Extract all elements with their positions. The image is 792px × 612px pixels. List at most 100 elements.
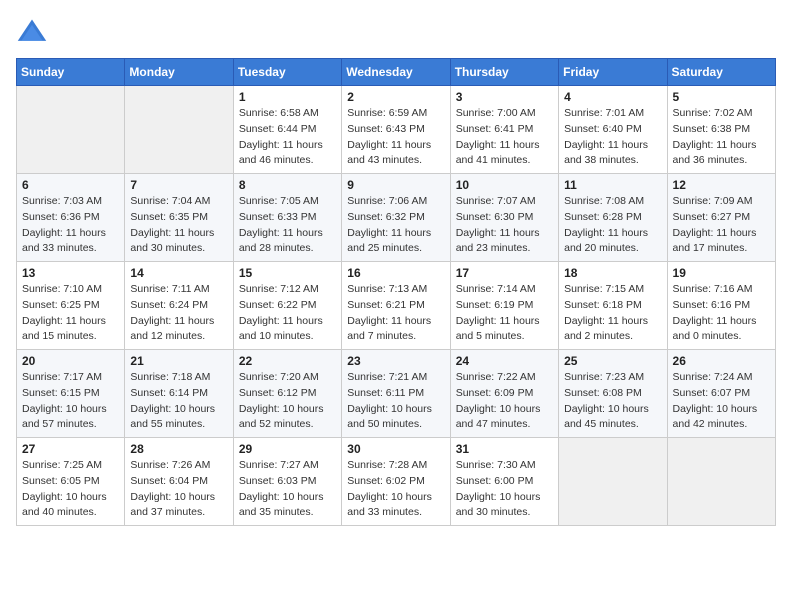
calendar-day-cell [667,438,775,526]
day-number: 3 [456,90,553,104]
calendar-day-cell: 13 Sunrise: 7:10 AM Sunset: 6:25 PM Dayl… [17,262,125,350]
daylight-info: Daylight: 10 hours and 30 minutes. [456,491,541,519]
sunset-info: Sunset: 6:25 PM [22,299,100,311]
calendar-day-cell: 3 Sunrise: 7:00 AM Sunset: 6:41 PM Dayli… [450,86,558,174]
day-number: 14 [130,266,227,280]
sunrise-info: Sunrise: 7:20 AM [239,371,319,383]
calendar-day-cell: 26 Sunrise: 7:24 AM Sunset: 6:07 PM Dayl… [667,350,775,438]
daylight-info: Daylight: 10 hours and 52 minutes. [239,403,324,431]
daylight-info: Daylight: 11 hours and 36 minutes. [673,139,757,167]
sunrise-info: Sunrise: 7:26 AM [130,459,210,471]
sunset-info: Sunset: 6:05 PM [22,475,100,487]
sunrise-info: Sunrise: 7:08 AM [564,195,644,207]
daylight-info: Daylight: 10 hours and 47 minutes. [456,403,541,431]
sunset-info: Sunset: 6:11 PM [347,387,424,399]
sunset-info: Sunset: 6:18 PM [564,299,642,311]
day-number: 17 [456,266,553,280]
calendar-day-cell: 24 Sunrise: 7:22 AM Sunset: 6:09 PM Dayl… [450,350,558,438]
day-number: 16 [347,266,444,280]
calendar-day-cell [17,86,125,174]
calendar-week-row: 1 Sunrise: 6:58 AM Sunset: 6:44 PM Dayli… [17,86,776,174]
calendar-day-cell: 27 Sunrise: 7:25 AM Sunset: 6:05 PM Dayl… [17,438,125,526]
sunset-info: Sunset: 6:30 PM [456,211,534,223]
sunset-info: Sunset: 6:14 PM [130,387,208,399]
weekday-header-tuesday: Tuesday [233,59,341,86]
calendar-day-cell: 7 Sunrise: 7:04 AM Sunset: 6:35 PM Dayli… [125,174,233,262]
calendar-day-cell: 30 Sunrise: 7:28 AM Sunset: 6:02 PM Dayl… [342,438,450,526]
daylight-info: Daylight: 10 hours and 40 minutes. [22,491,107,519]
sunrise-info: Sunrise: 7:05 AM [239,195,319,207]
sunrise-info: Sunrise: 7:16 AM [673,283,753,295]
daylight-info: Daylight: 11 hours and 2 minutes. [564,315,648,343]
day-number: 23 [347,354,444,368]
daylight-info: Daylight: 11 hours and 12 minutes. [130,315,214,343]
daylight-info: Daylight: 10 hours and 55 minutes. [130,403,215,431]
day-number: 24 [456,354,553,368]
day-number: 7 [130,178,227,192]
page-header [16,16,776,48]
weekday-header-row: SundayMondayTuesdayWednesdayThursdayFrid… [17,59,776,86]
sunset-info: Sunset: 6:43 PM [347,123,425,135]
sunset-info: Sunset: 6:38 PM [673,123,751,135]
sunset-info: Sunset: 6:44 PM [239,123,317,135]
daylight-info: Daylight: 11 hours and 43 minutes. [347,139,431,167]
logo [16,16,52,48]
sunrise-info: Sunrise: 7:11 AM [130,283,209,295]
sunset-info: Sunset: 6:16 PM [673,299,751,311]
sunset-info: Sunset: 6:15 PM [22,387,100,399]
calendar-week-row: 27 Sunrise: 7:25 AM Sunset: 6:05 PM Dayl… [17,438,776,526]
sunset-info: Sunset: 6:04 PM [130,475,208,487]
daylight-info: Daylight: 11 hours and 28 minutes. [239,227,323,255]
sunrise-info: Sunrise: 7:24 AM [673,371,753,383]
sunrise-info: Sunrise: 7:21 AM [347,371,427,383]
calendar-day-cell: 18 Sunrise: 7:15 AM Sunset: 6:18 PM Dayl… [559,262,667,350]
day-number: 6 [22,178,119,192]
sunset-info: Sunset: 6:09 PM [456,387,534,399]
daylight-info: Daylight: 11 hours and 41 minutes. [456,139,540,167]
day-number: 13 [22,266,119,280]
calendar-table: SundayMondayTuesdayWednesdayThursdayFrid… [16,58,776,526]
sunrise-info: Sunrise: 7:00 AM [456,107,536,119]
calendar-day-cell: 6 Sunrise: 7:03 AM Sunset: 6:36 PM Dayli… [17,174,125,262]
sunrise-info: Sunrise: 7:14 AM [456,283,536,295]
calendar-day-cell [125,86,233,174]
day-number: 27 [22,442,119,456]
daylight-info: Daylight: 10 hours and 42 minutes. [673,403,758,431]
calendar-day-cell: 2 Sunrise: 6:59 AM Sunset: 6:43 PM Dayli… [342,86,450,174]
calendar-day-cell: 19 Sunrise: 7:16 AM Sunset: 6:16 PM Dayl… [667,262,775,350]
day-number: 12 [673,178,770,192]
sunset-info: Sunset: 6:03 PM [239,475,317,487]
day-number: 5 [673,90,770,104]
weekday-header-wednesday: Wednesday [342,59,450,86]
calendar-day-cell: 16 Sunrise: 7:13 AM Sunset: 6:21 PM Dayl… [342,262,450,350]
sunrise-info: Sunrise: 7:04 AM [130,195,210,207]
daylight-info: Daylight: 10 hours and 45 minutes. [564,403,649,431]
sunrise-info: Sunrise: 7:23 AM [564,371,644,383]
daylight-info: Daylight: 11 hours and 5 minutes. [456,315,540,343]
sunrise-info: Sunrise: 7:18 AM [130,371,210,383]
sunrise-info: Sunrise: 7:09 AM [673,195,753,207]
day-number: 20 [22,354,119,368]
day-number: 21 [130,354,227,368]
sunset-info: Sunset: 6:12 PM [239,387,317,399]
sunrise-info: Sunrise: 7:10 AM [22,283,102,295]
sunrise-info: Sunrise: 7:02 AM [673,107,753,119]
calendar-day-cell: 12 Sunrise: 7:09 AM Sunset: 6:27 PM Dayl… [667,174,775,262]
sunset-info: Sunset: 6:41 PM [456,123,534,135]
daylight-info: Daylight: 11 hours and 20 minutes. [564,227,648,255]
calendar-day-cell: 31 Sunrise: 7:30 AM Sunset: 6:00 PM Dayl… [450,438,558,526]
sunrise-info: Sunrise: 7:15 AM [564,283,644,295]
day-number: 4 [564,90,661,104]
day-number: 22 [239,354,336,368]
weekday-header-saturday: Saturday [667,59,775,86]
daylight-info: Daylight: 11 hours and 0 minutes. [673,315,757,343]
day-number: 10 [456,178,553,192]
sunrise-info: Sunrise: 7:03 AM [22,195,102,207]
sunrise-info: Sunrise: 7:13 AM [347,283,427,295]
day-number: 31 [456,442,553,456]
sunset-info: Sunset: 6:40 PM [564,123,642,135]
sunrise-info: Sunrise: 7:17 AM [22,371,102,383]
daylight-info: Daylight: 11 hours and 15 minutes. [22,315,106,343]
calendar-day-cell: 15 Sunrise: 7:12 AM Sunset: 6:22 PM Dayl… [233,262,341,350]
calendar-body: 1 Sunrise: 6:58 AM Sunset: 6:44 PM Dayli… [17,86,776,526]
